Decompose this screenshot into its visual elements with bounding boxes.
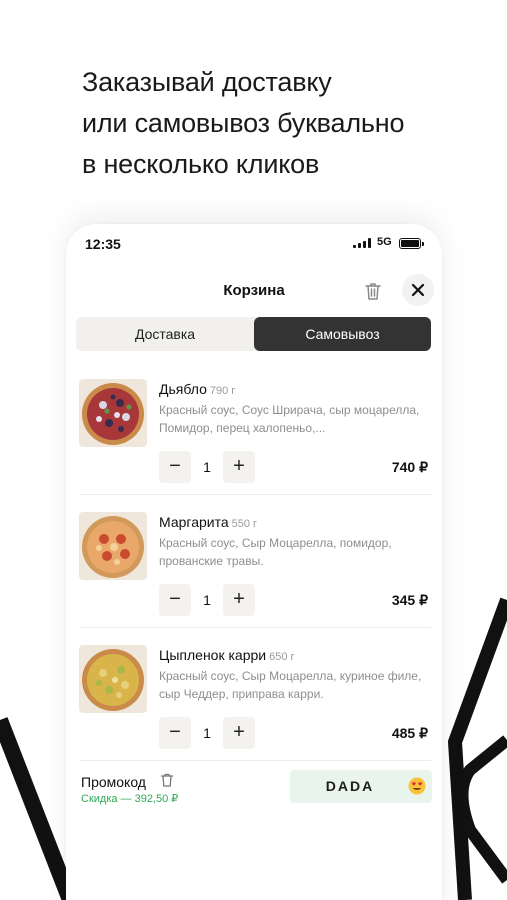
headline-line-3: в несколько кликов — [82, 149, 320, 179]
item-weight: 650 г — [269, 651, 295, 663]
pizza-image-curry-chicken — [79, 645, 147, 713]
discount-text: Скидка — 392,50 ₽ — [81, 793, 179, 805]
item-price: 485 ₽ — [391, 725, 428, 741]
item-description: Красный соус, Сыр Моцарелла, куриное фил… — [159, 669, 422, 701]
decrease-quantity-button[interactable]: − — [159, 451, 191, 483]
item-name: Маргарита 550 г — [159, 514, 258, 530]
page-title: Корзина — [223, 282, 285, 299]
network-type: 5G — [377, 236, 392, 248]
promo-label: Промокод — [81, 774, 146, 790]
quantity-stepper: − 1 + — [159, 717, 255, 749]
promo-code-field[interactable]: DADA — [290, 770, 432, 803]
headline-line-2: или самовывоз буквально — [82, 108, 405, 138]
quantity-stepper: − 1 + — [159, 451, 255, 483]
pizza-image-diablo — [79, 379, 147, 447]
tab-delivery[interactable]: Доставка — [76, 317, 254, 351]
cart-item: Дьябло 790 г Красный соус, Соус Шрирача, … — [66, 379, 442, 512]
pizza-image-margherita — [79, 512, 147, 580]
item-price: 740 ₽ — [391, 459, 428, 475]
divider — [79, 760, 431, 761]
quantity-value: 1 — [203, 725, 211, 741]
item-weight: 790 г — [209, 385, 236, 397]
increase-quantity-button[interactable]: + — [223, 584, 255, 616]
quantity-value: 1 — [203, 592, 211, 608]
cart-item: Маргарита 550 г Красный соус, Сыр Моцарел… — [66, 512, 442, 645]
increase-quantity-button[interactable]: + — [223, 451, 255, 483]
status-bar: 12:35 5G — [66, 224, 442, 264]
promo-code-value: DADA — [325, 778, 375, 794]
item-price: 345 ₽ — [391, 592, 428, 608]
item-name: Дьябло 790 г — [159, 381, 236, 397]
phone-screen: 12:35 5G Корзина Доставка Самовывоз Дьяб… — [66, 224, 442, 900]
item-description: Красный соус, Сыр Моцарелла, помидор, пр… — [159, 536, 392, 568]
tab-pickup[interactable]: Самовывоз — [254, 317, 431, 351]
heart-eyes-emoji-icon — [408, 777, 426, 795]
close-button[interactable] — [402, 274, 434, 306]
item-description: Красный соус, Соус Шрирача, сыр моцарелл… — [159, 403, 420, 435]
delivery-mode-toggle: Доставка Самовывоз — [76, 317, 431, 351]
headline-line-1: Заказывай доставку — [82, 67, 332, 97]
promo-headline: Заказывай доставку или самовывоз букваль… — [82, 62, 482, 185]
close-icon — [411, 283, 425, 297]
increase-quantity-button[interactable]: + — [223, 717, 255, 749]
divider — [79, 494, 431, 495]
battery-icon — [399, 238, 424, 249]
signal-icon — [353, 238, 371, 248]
trash-icon[interactable] — [362, 280, 384, 302]
item-weight: 550 г — [231, 518, 258, 530]
decrease-quantity-button[interactable]: − — [159, 717, 191, 749]
decrease-quantity-button[interactable]: − — [159, 584, 191, 616]
trash-icon[interactable] — [160, 772, 174, 788]
cart-header: Корзина — [66, 274, 442, 308]
quantity-stepper: − 1 + — [159, 584, 255, 616]
promo-section: Промокод Скидка — 392,50 ₽ DADA — [66, 770, 442, 820]
status-time: 12:35 — [85, 236, 121, 252]
divider — [79, 627, 431, 628]
quantity-value: 1 — [203, 459, 211, 475]
cart-item: Цыпленок карри 650 г Красный соус, Сыр Мо… — [66, 645, 442, 778]
item-name: Цыпленок карри 650 г — [159, 647, 295, 663]
